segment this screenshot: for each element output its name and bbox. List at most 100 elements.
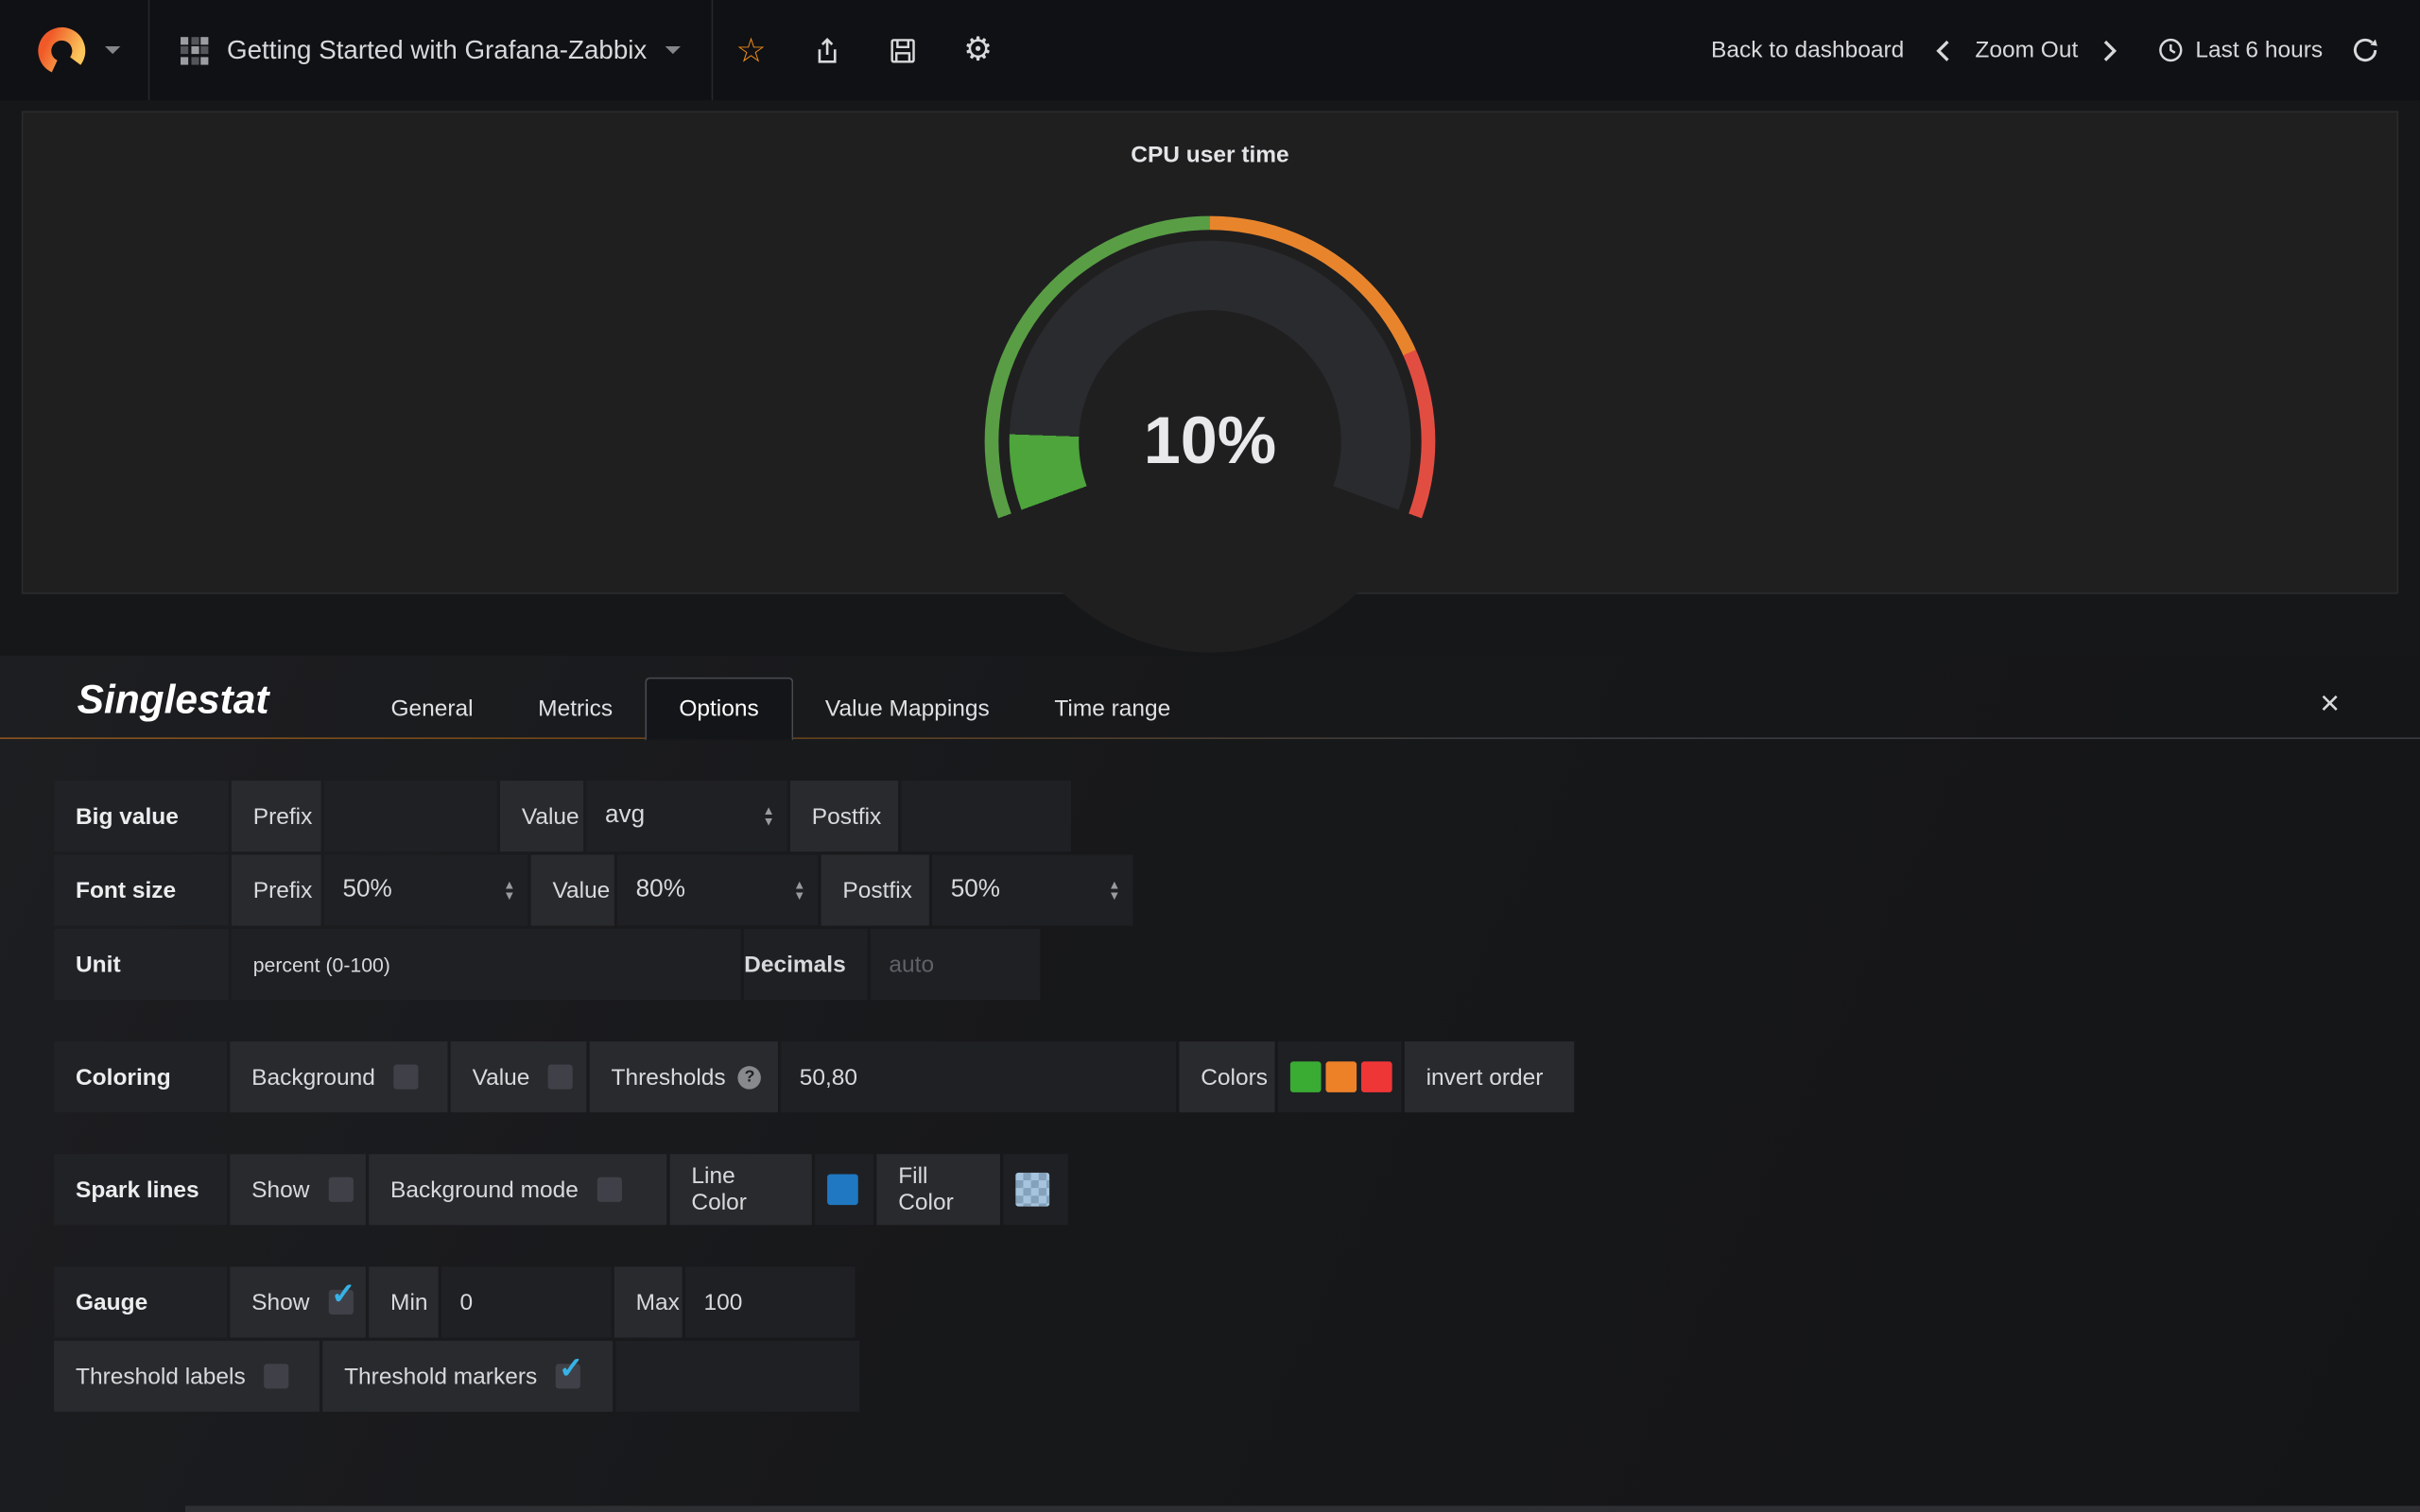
grafana-main-menu[interactable]: [0, 0, 149, 100]
font-size-row: Font size Prefix 50% ▲▼ Value 80% ▲▼ Pos…: [54, 854, 2420, 925]
invert-order-button[interactable]: invert order: [1405, 1041, 1575, 1112]
time-shift-forward-button[interactable]: [2100, 36, 2121, 63]
gear-icon: ⚙: [963, 34, 993, 66]
font-size-postfix-select[interactable]: 50% ▲▼: [932, 854, 1132, 925]
chevron-down-icon: [104, 46, 119, 54]
chevron-left-icon: [1932, 36, 1954, 63]
line-color-field: [815, 1154, 873, 1225]
coloring-value-field: Value: [451, 1041, 587, 1112]
line-color-label: Line Color: [670, 1154, 812, 1225]
time-shift-back-button[interactable]: [1932, 36, 1954, 63]
threshold-options-row: Threshold labels Threshold markers: [54, 1341, 2420, 1412]
unit-row: Unit percent (0-100) Decimals: [54, 929, 2420, 1000]
gauge-row: Gauge Show Min Max: [54, 1266, 2420, 1337]
zoom-out-button[interactable]: Zoom Out: [1975, 37, 2078, 63]
stepper-arrows-icon: ▲▼: [503, 880, 515, 902]
line-color-swatch[interactable]: [827, 1174, 858, 1205]
font-size-header: Font size: [54, 854, 228, 925]
grafana-app: Getting Started with Grafana-Zabbix ☆ ⚙: [0, 0, 2420, 1512]
orange-color-swatch[interactable]: [1325, 1061, 1357, 1092]
big-value-prefix-input[interactable]: [324, 781, 497, 851]
tab-time-range[interactable]: Time range: [1022, 679, 1203, 739]
navbar-right: Back to dashboard Zoom Out Last 6 hours: [1674, 0, 2420, 100]
fill-color-field: [1003, 1154, 1068, 1225]
threshold-markers-checkbox[interactable]: [556, 1364, 580, 1388]
gauge-value: 10%: [985, 216, 1436, 667]
font-size-prefix-select[interactable]: 50% ▲▼: [324, 854, 528, 925]
navbar-actions: ☆ ⚙: [714, 0, 1016, 100]
background-mode-checkbox[interactable]: [596, 1177, 621, 1202]
spark-bg-mode-field: Background mode: [369, 1154, 666, 1225]
background-checkbox[interactable]: [393, 1065, 418, 1090]
tab-general[interactable]: General: [358, 679, 506, 739]
options-form: Big value Prefix Value avg ▲▼ Postfix Fo…: [0, 739, 2420, 1412]
font-size-prefix-label: Prefix: [232, 854, 321, 925]
max-input[interactable]: [685, 1266, 856, 1337]
threshold-markers-field: Threshold markers: [322, 1341, 613, 1412]
gauge-header: Gauge: [54, 1266, 227, 1337]
save-button[interactable]: [865, 0, 941, 100]
big-value-postfix-label: Postfix: [790, 781, 898, 851]
star-icon: ☆: [735, 33, 766, 67]
coloring-background-field: Background: [230, 1041, 447, 1112]
fill-color-label: Fill Color: [876, 1154, 1000, 1225]
big-value-stat-select[interactable]: avg ▲▼: [586, 781, 786, 851]
unit-value[interactable]: percent (0-100): [232, 929, 741, 1000]
tab-value-mappings[interactable]: Value Mappings: [793, 679, 1022, 739]
stepper-arrows-icon: ▲▼: [793, 880, 805, 902]
thresholds-input[interactable]: [781, 1041, 1176, 1112]
green-color-swatch[interactable]: [1290, 1061, 1322, 1092]
tab-metrics[interactable]: Metrics: [506, 679, 645, 739]
coloring-row: Coloring Background Value Thresholds ?: [54, 1041, 2420, 1112]
gauge-group: Gauge Show Min Max Threshold labels: [54, 1266, 2420, 1411]
min-input[interactable]: [441, 1266, 612, 1337]
big-value-postfix-input[interactable]: [901, 781, 1071, 851]
dashboard-title-menu[interactable]: Getting Started with Grafana-Zabbix: [149, 0, 713, 100]
unit-header: Unit: [54, 929, 228, 1000]
empty-cell: [615, 1341, 859, 1412]
spark-show-field: Show: [230, 1154, 366, 1225]
time-range-picker[interactable]: Last 6 hours: [2158, 37, 2323, 63]
dashboard-title: Getting Started with Grafana-Zabbix: [227, 35, 647, 66]
editor-header: Singlestat General Metrics Options Value…: [0, 656, 2420, 739]
spark-show-checkbox[interactable]: [328, 1177, 353, 1202]
settings-button[interactable]: ⚙: [941, 0, 1016, 100]
value-settings-group: Big value Prefix Value avg ▲▼ Postfix Fo…: [54, 781, 2420, 1000]
fill-color-swatch[interactable]: [1015, 1173, 1049, 1207]
gauge-show-checkbox[interactable]: [328, 1290, 353, 1314]
stepper-arrows-icon: ▲▼: [1108, 880, 1120, 902]
clock-icon: [2158, 37, 2185, 63]
decimals-label: Decimals: [744, 929, 868, 1000]
decimals-input[interactable]: [871, 929, 1041, 1000]
red-color-swatch[interactable]: [1361, 1061, 1392, 1092]
font-size-value-select[interactable]: 80% ▲▼: [617, 854, 818, 925]
threshold-labels-checkbox[interactable]: [264, 1364, 288, 1388]
panel-title[interactable]: CPU user time: [23, 112, 2396, 168]
help-icon[interactable]: ?: [738, 1065, 761, 1088]
spark-lines-row: Spark lines Show Background mode Line Co…: [54, 1154, 2420, 1225]
value-checkbox[interactable]: [548, 1065, 573, 1090]
share-button[interactable]: [789, 0, 865, 100]
coloring-group: Coloring Background Value Thresholds ?: [54, 1041, 2420, 1112]
grafana-logo-icon: [28, 18, 94, 83]
chevron-right-icon: [2100, 36, 2121, 63]
spark-lines-group: Spark lines Show Background mode Line Co…: [54, 1154, 2420, 1225]
refresh-button[interactable]: [2351, 36, 2380, 65]
font-size-value-label: Value: [531, 854, 614, 925]
back-to-dashboard-button[interactable]: Back to dashboard: [1711, 37, 1904, 63]
min-label: Min: [369, 1266, 438, 1337]
next-panel-edge: [185, 1505, 2420, 1512]
big-value-header: Big value: [54, 781, 228, 851]
panel-editor: Singlestat General Metrics Options Value…: [0, 656, 2420, 1512]
big-value-value-label: Value: [500, 781, 583, 851]
star-button[interactable]: ☆: [714, 0, 789, 100]
close-icon[interactable]: ×: [2320, 687, 2340, 721]
share-icon: [811, 35, 842, 66]
gauge-show-field: Show: [230, 1266, 366, 1337]
thresholds-label: Thresholds ?: [590, 1041, 778, 1112]
stepper-arrows-icon: ▲▼: [763, 805, 775, 827]
cpu-gauge: 10%: [985, 216, 1436, 667]
colors-label: Colors: [1179, 1041, 1274, 1112]
tab-options[interactable]: Options: [645, 678, 792, 741]
refresh-icon: [2351, 36, 2380, 65]
